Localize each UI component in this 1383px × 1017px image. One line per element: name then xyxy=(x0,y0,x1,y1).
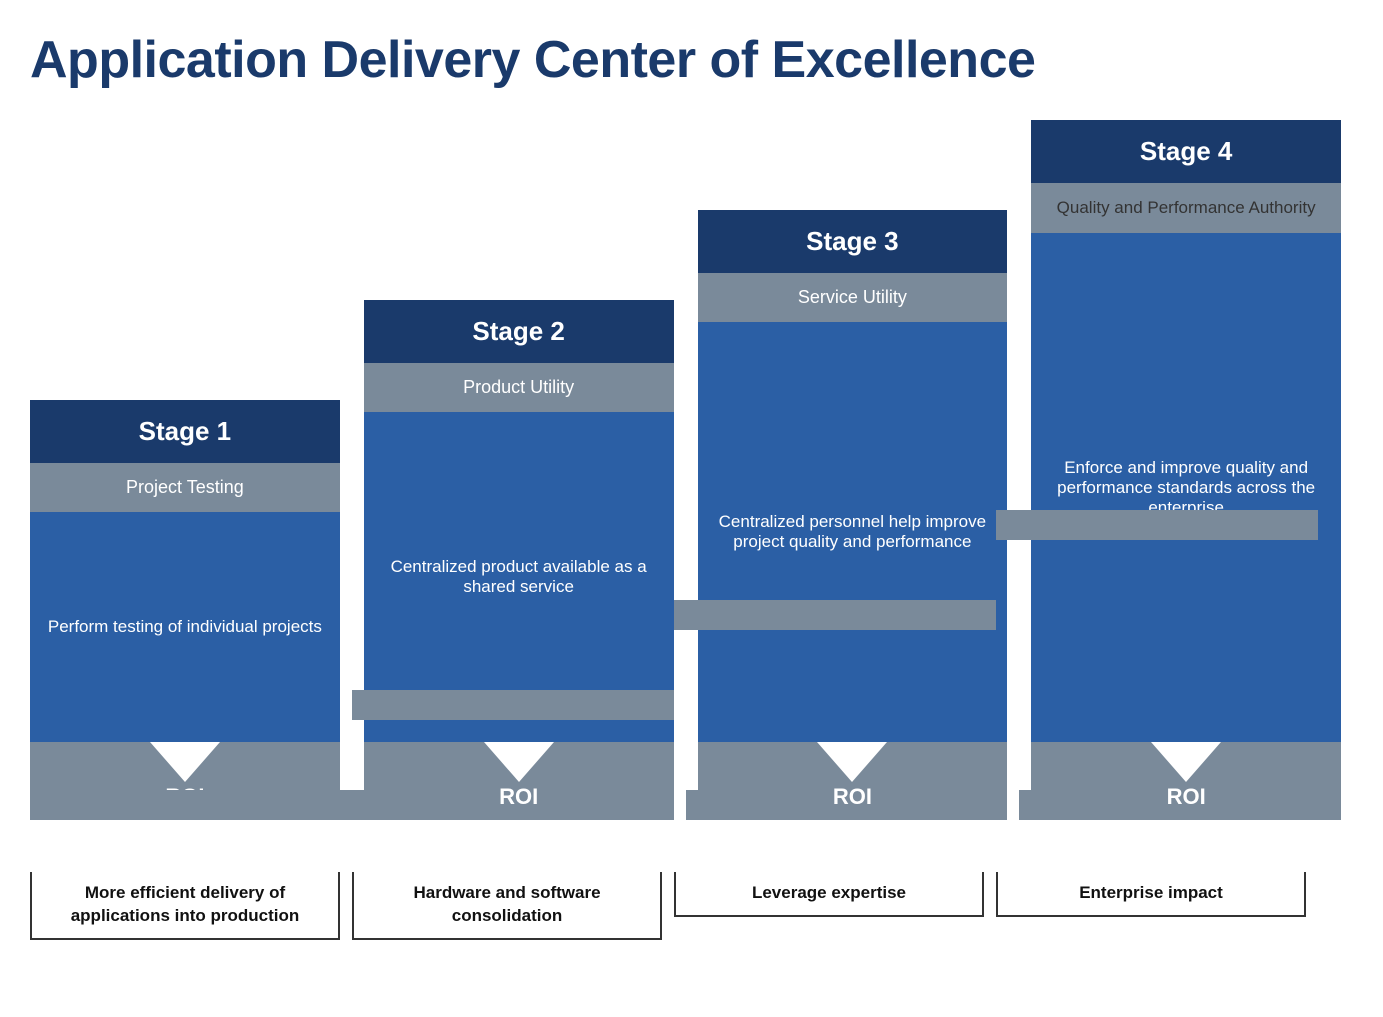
stage-2-utility: Product Utility xyxy=(364,363,674,412)
stage-2-roi-triangle xyxy=(484,742,554,782)
stage-3-roi-triangle xyxy=(817,742,887,782)
stage-2-column: Stage 2 Product Utility Centralized prod… xyxy=(364,300,674,820)
stair-platform-2 xyxy=(352,690,674,720)
stage-3-header: Stage 3 xyxy=(698,210,1008,273)
stage-2-header: Stage 2 xyxy=(364,300,674,363)
stage-3-body: Centralized personnel help improve proje… xyxy=(698,322,1008,742)
stage-3-roi-section: ROI xyxy=(698,742,1008,820)
stage-2-roi-label: ROI xyxy=(499,784,538,814)
below-label-2: Hardware and software consolidation xyxy=(352,872,662,940)
stage-1-roi-triangle xyxy=(150,742,220,782)
stair-platform-1 xyxy=(30,790,352,820)
stage-4-roi-section: ROI xyxy=(1031,742,1341,820)
below-label-4: Enterprise impact xyxy=(996,872,1306,940)
stage-4-roi-label: ROI xyxy=(1167,784,1206,814)
stage-3-roi-label: ROI xyxy=(833,784,872,814)
stage-3-utility: Service Utility xyxy=(698,273,1008,322)
below-label-3: Leverage expertise xyxy=(674,872,984,940)
stage-4-header: Stage 4 xyxy=(1031,120,1341,183)
below-label-2-text: Hardware and software consolidation xyxy=(352,872,662,940)
diagram-area: Stage 1 Project Testing Perform testing … xyxy=(0,110,1383,940)
below-labels: More efficient delivery of applications … xyxy=(30,872,1353,940)
stage-3-column: Stage 3 Service Utility Centralized pers… xyxy=(698,210,1008,820)
stage-1-column: Stage 1 Project Testing Perform testing … xyxy=(30,400,340,820)
stage-1-header: Stage 1 xyxy=(30,400,340,463)
below-label-4-text: Enterprise impact xyxy=(996,872,1306,917)
stage-4-body: Enforce and improve quality and performa… xyxy=(1031,233,1341,742)
below-label-1: More efficient delivery of applications … xyxy=(30,872,340,940)
stage-4-column: Stage 4 Quality and Performance Authorit… xyxy=(1031,120,1341,820)
below-label-3-text: Leverage expertise xyxy=(674,872,984,917)
stage-1-utility: Project Testing xyxy=(30,463,340,512)
stair-platform-4 xyxy=(996,510,1318,540)
stage-4-top-gray: Quality and Performance Authority xyxy=(1031,183,1341,233)
stage-2-roi-section: ROI xyxy=(364,742,674,820)
below-label-1-text: More efficient delivery of applications … xyxy=(30,872,340,940)
page-title: Application Delivery Center of Excellenc… xyxy=(0,0,1383,110)
stair-platform-3 xyxy=(674,600,996,630)
stage-1-body: Perform testing of individual projects xyxy=(30,512,340,742)
stage-4-roi-triangle xyxy=(1151,742,1221,782)
columns-row: Stage 1 Project Testing Perform testing … xyxy=(30,140,1353,820)
